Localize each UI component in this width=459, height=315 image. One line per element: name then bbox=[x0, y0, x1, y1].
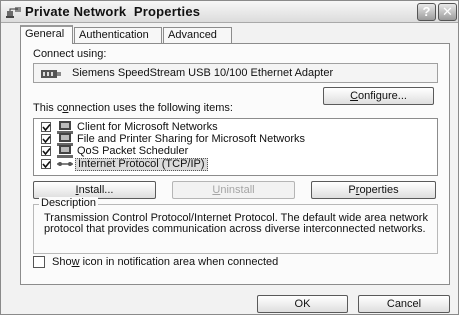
check-icon bbox=[42, 147, 51, 156]
check-icon bbox=[42, 135, 51, 144]
check-icon bbox=[42, 123, 51, 132]
close-icon: ✕ bbox=[442, 4, 453, 19]
items-label: This connection uses the following items… bbox=[33, 102, 233, 114]
properties-button[interactable]: Properties bbox=[311, 181, 436, 199]
show-icon-label-rest: icon in notification area when connected bbox=[79, 256, 279, 268]
window-title: Private Network Properties bbox=[25, 4, 201, 19]
check-icon bbox=[42, 160, 51, 169]
checkbox-file-printer-sharing[interactable] bbox=[41, 134, 51, 144]
adapter-name: Siemens SpeedStream USB 10/100 Ethernet … bbox=[72, 67, 334, 79]
show-icon-checkbox[interactable] bbox=[33, 256, 45, 268]
help-button[interactable]: ? bbox=[417, 3, 436, 21]
item-label: Internet Protocol (TCP/IP) bbox=[75, 158, 208, 171]
tab-general[interactable]: General bbox=[20, 25, 73, 44]
checkbox-tcpip[interactable] bbox=[41, 159, 51, 169]
network-adapter-icon bbox=[41, 70, 61, 78]
checkbox-client[interactable] bbox=[41, 122, 51, 132]
configure-button[interactable]: Configure... bbox=[323, 87, 434, 105]
show-icon-label-mnemonic: w bbox=[71, 256, 80, 268]
connect-using-label: Connect using: bbox=[33, 48, 107, 60]
uninstall-label-rest: ninstall bbox=[220, 184, 255, 196]
list-item-tcpip[interactable]: Internet Protocol (TCP/IP) bbox=[34, 158, 437, 171]
checkbox-qos[interactable] bbox=[41, 146, 51, 156]
network-connection-icon bbox=[6, 7, 21, 18]
qos-scheduler-icon bbox=[57, 145, 73, 158]
description-title: Description bbox=[39, 197, 99, 209]
items-label-prefix: This c bbox=[33, 102, 63, 114]
uninstall-button[interactable]: Uninstall bbox=[172, 181, 295, 199]
properties-label-prefix: P bbox=[348, 184, 356, 196]
show-icon-label[interactable]: Show icon in notification area when conn… bbox=[52, 256, 278, 268]
properties-label-rest: operties bbox=[359, 184, 399, 196]
configure-label-mnemonic: C bbox=[350, 90, 359, 102]
tab-authentication[interactable]: Authentication bbox=[74, 27, 162, 43]
cancel-button[interactable]: Cancel bbox=[358, 295, 450, 313]
general-tab-panel: Connect using: Siemens SpeedStream USB 1… bbox=[20, 43, 450, 285]
close-button[interactable]: ✕ bbox=[438, 3, 457, 21]
protocol-icon bbox=[57, 162, 73, 166]
configure-label-rest: onfigure... bbox=[358, 90, 407, 102]
install-label-rest: nstall... bbox=[78, 184, 114, 196]
tab-advanced[interactable]: Advanced bbox=[163, 27, 232, 43]
title-bar[interactable]: Private Network Properties ? ✕ bbox=[1, 1, 458, 23]
description-text: Transmission Control Protocol/Internet P… bbox=[44, 212, 428, 235]
show-icon-label-prefix: Sho bbox=[52, 256, 72, 268]
items-label-rest: nnection uses the following items: bbox=[68, 102, 233, 114]
help-icon: ? bbox=[422, 4, 431, 19]
list-item-qos[interactable]: QoS Packet Scheduler bbox=[34, 145, 437, 158]
components-list[interactable]: Client for Microsoft Networks File and P… bbox=[33, 118, 438, 176]
item-label: QoS Packet Scheduler bbox=[77, 145, 189, 157]
properties-dialog: Private Network Properties ? ✕ General A… bbox=[0, 0, 459, 315]
adapter-field: Siemens SpeedStream USB 10/100 Ethernet … bbox=[33, 63, 438, 83]
ok-button[interactable]: OK bbox=[257, 295, 348, 313]
description-group: Description Transmission Control Protoco… bbox=[33, 197, 438, 254]
